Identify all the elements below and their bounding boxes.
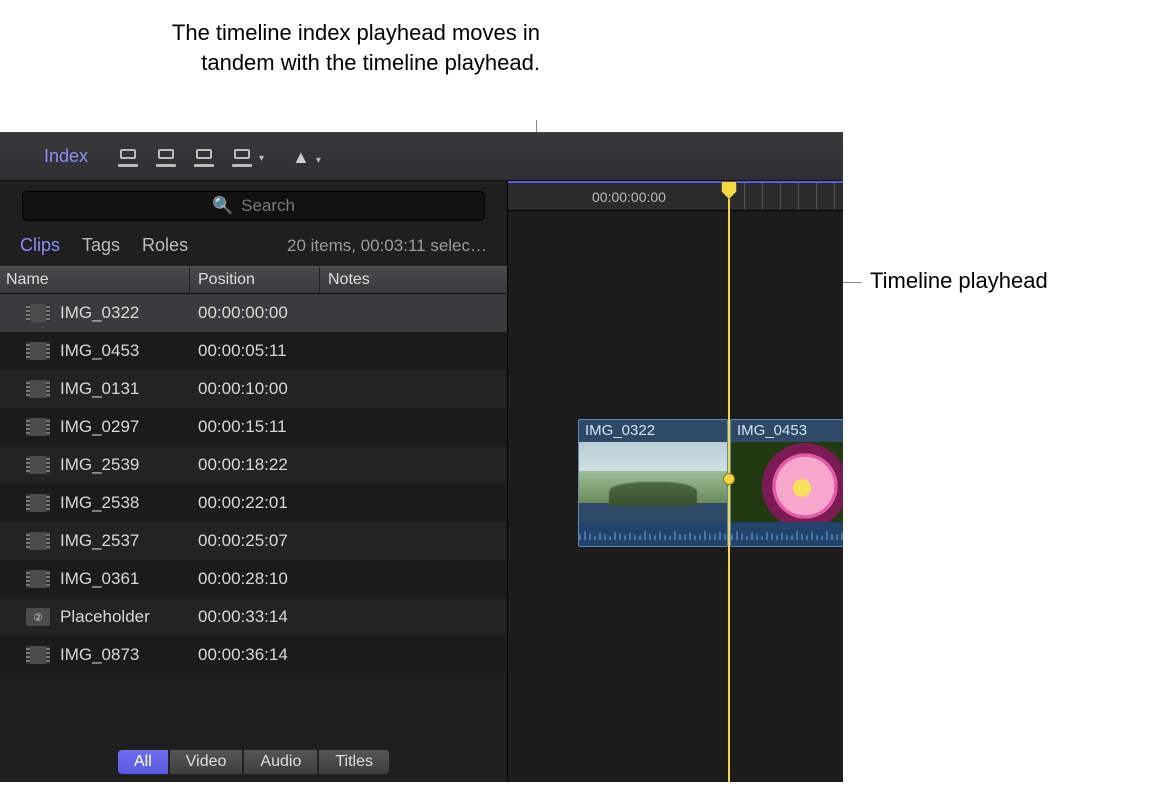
clip-name: IMG_0131 [60, 379, 139, 399]
ruler-start-timecode: 00:00:00:00 [592, 189, 666, 205]
clip-position: 00:00:25:07 [190, 531, 320, 551]
clip-position: 00:00:36:14 [190, 645, 320, 665]
connect-tool-icon[interactable]: ▾ [230, 147, 254, 167]
clip-name: IMG_2538 [60, 493, 139, 513]
filter-all[interactable]: All [117, 749, 169, 775]
timeline-ruler[interactable]: 00:00:00:00 [508, 183, 843, 211]
toolbar: Index ▾ ▲▾ [0, 133, 843, 181]
clip-label: IMG_0453 [737, 422, 807, 439]
filmstrip-icon [26, 380, 50, 398]
timeline-playhead[interactable] [728, 183, 730, 782]
table-row[interactable]: IMG_0131 00:00:10:00 [0, 370, 507, 408]
filmstrip-icon [26, 570, 50, 588]
timeline-area[interactable]: 00:00:00:00 IMG_0322 IMG_0453 [508, 181, 843, 782]
column-headers: Name Position Notes [0, 266, 507, 294]
clip-audio-waveform [579, 522, 727, 546]
col-name[interactable]: Name [0, 267, 190, 293]
clip-name: IMG_2537 [60, 531, 139, 551]
clip-name: IMG_0361 [60, 569, 139, 589]
clip-position: 00:00:22:01 [190, 493, 320, 513]
track-area[interactable]: IMG_0322 IMG_0453 [508, 211, 843, 782]
clip-name: IMG_0453 [60, 341, 139, 361]
index-rows: IMG_032200:00:00:00IMG_045300:00:05:11IM… [0, 294, 507, 742]
clip-name: IMG_0873 [60, 645, 139, 665]
clip-name: IMG_2539 [60, 455, 139, 475]
clip-name: Placeholder [60, 607, 150, 627]
table-row[interactable]: IMG_0361 00:00:28:10 [0, 560, 507, 598]
append-tool-icon[interactable] [154, 147, 178, 167]
filter-titles[interactable]: Titles [318, 749, 390, 775]
callout-top-text: The timeline index playhead moves in tan… [170, 18, 540, 77]
callout-right-text: Timeline playhead [870, 268, 1048, 294]
clip-position: 00:00:00:00 [190, 303, 320, 323]
app-window: Index ▾ ▲▾ 🔍 Search Clips Tags Roles 20 … [0, 132, 843, 782]
placeholder-icon: ② [26, 608, 50, 626]
filmstrip-icon [26, 418, 50, 436]
select-tool-icon[interactable]: ▲▾ [292, 147, 312, 167]
filter-audio[interactable]: Audio [243, 749, 318, 775]
clip-name: IMG_0322 [60, 303, 139, 323]
clip-position: 00:00:05:11 [190, 341, 320, 361]
timeline-clip[interactable]: IMG_0453 [730, 419, 843, 547]
toolbar-icon-group: ▾ [116, 147, 254, 167]
filmstrip-icon [26, 494, 50, 512]
table-row[interactable]: IMG_2539 00:00:18:22 [0, 446, 507, 484]
filmstrip-icon [26, 304, 50, 322]
col-notes[interactable]: Notes [320, 267, 507, 293]
filmstrip-icon [26, 456, 50, 474]
clip-audio-waveform [731, 522, 843, 546]
clip-position: 00:00:10:00 [190, 379, 320, 399]
search-input[interactable]: 🔍 Search [22, 191, 485, 221]
table-row[interactable]: ② Placeholder 00:00:33:14 [0, 598, 507, 636]
index-button[interactable]: Index [44, 146, 88, 167]
timeline-index-panel: 🔍 Search Clips Tags Roles 20 items, 00:0… [0, 181, 508, 782]
clip-thumbnail [579, 442, 727, 522]
clip-position: 00:00:18:22 [190, 455, 320, 475]
clip-name: IMG_0297 [60, 417, 139, 437]
filmstrip-icon [26, 532, 50, 550]
insert-tool-icon[interactable] [116, 147, 140, 167]
chevron-down-icon: ▾ [259, 153, 264, 164]
table-row[interactable]: IMG_0873 00:00:36:14 [0, 636, 507, 674]
tab-tags[interactable]: Tags [82, 235, 120, 256]
table-row[interactable]: IMG_0322 00:00:00:00 [0, 294, 507, 332]
filter-bar: All Video Audio Titles [0, 742, 507, 782]
clip-position: 00:00:28:10 [190, 569, 320, 589]
table-row[interactable]: IMG_0453 00:00:05:11 [0, 332, 507, 370]
index-summary: 20 items, 00:03:11 selec… [287, 236, 487, 256]
search-icon: 🔍 [212, 196, 233, 216]
clip-label: IMG_0322 [585, 422, 655, 439]
chevron-down-icon: ▾ [316, 155, 321, 166]
timeline-clip[interactable]: IMG_0322 [578, 419, 728, 547]
clip-thumbnail [731, 442, 843, 522]
clip-position: 00:00:33:14 [190, 607, 320, 627]
col-position[interactable]: Position [190, 267, 320, 293]
tab-roles[interactable]: Roles [142, 235, 188, 256]
tab-clips[interactable]: Clips [20, 235, 60, 256]
filter-video[interactable]: Video [169, 749, 244, 775]
search-placeholder: Search [241, 196, 295, 216]
filmstrip-icon [26, 646, 50, 664]
table-row[interactable]: IMG_2538 00:00:22:01 [0, 484, 507, 522]
table-row[interactable]: IMG_0297 00:00:15:11 [0, 408, 507, 446]
clip-position: 00:00:15:11 [190, 417, 320, 437]
ruler-ticks [744, 183, 843, 210]
table-row[interactable]: IMG_2537 00:00:25:07 [0, 522, 507, 560]
playhead-marker-icon [723, 473, 735, 485]
index-tabs: Clips Tags Roles 20 items, 00:03:11 sele… [0, 227, 507, 266]
overwrite-tool-icon[interactable] [192, 147, 216, 167]
filmstrip-icon [26, 342, 50, 360]
